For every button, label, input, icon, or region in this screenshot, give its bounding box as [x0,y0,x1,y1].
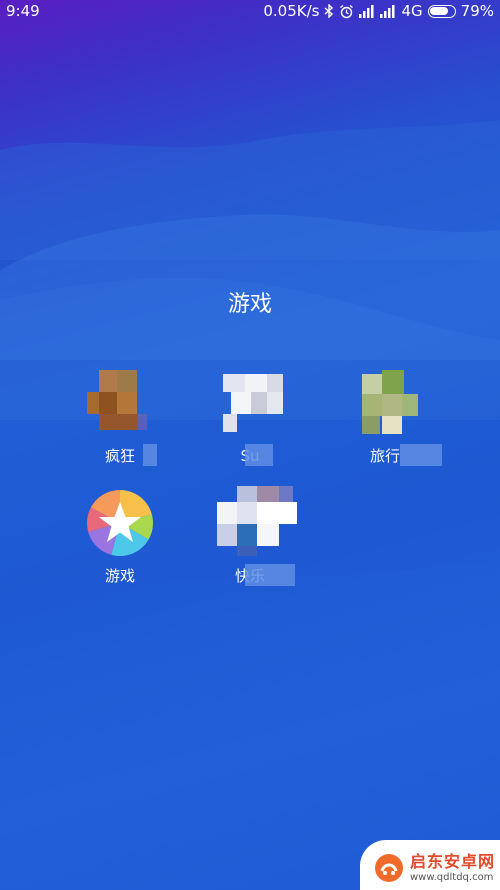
signal-icon [359,4,375,18]
blurred-app-icon[interactable] [217,370,283,436]
watermark-url: www.qdltdq.com [410,871,494,883]
blurred-label [400,444,442,466]
folder-title[interactable]: 游戏 [0,286,500,318]
signal-icon [380,4,396,18]
game-center-star-icon[interactable] [87,490,153,556]
battery-icon [427,4,456,18]
home-screen: 9:49 0.05K/s 4G 79% 游戏 疯狂 旅行 游戏 启东安卓网 ww… [0,0,500,890]
network-type: 4G [401,2,423,20]
battery-level [430,7,449,15]
app-item[interactable]: 游戏 [55,490,185,586]
app-label: 游戏 [104,567,135,585]
blurred-app-icon[interactable] [87,370,153,436]
blurred-label [245,444,273,466]
site-watermark: 启东安卓网 www.qdltdq.com [360,840,500,890]
app-item[interactable]: 旅行 [320,370,450,466]
status-time: 9:49 [6,2,40,20]
bluetooth-icon [324,4,334,18]
app-item[interactable]: 快乐 [185,486,315,586]
network-speed: 0.05K/s [263,2,320,20]
blurred-app-icon[interactable] [217,486,297,556]
watermark-logo-icon [375,854,403,882]
app-item[interactable]: 疯狂 [55,370,185,466]
blurred-label [245,564,295,586]
app-label: Su [185,444,315,466]
blurred-label [143,444,157,466]
blurred-app-icon[interactable] [352,370,418,436]
app-label: 快乐 [185,564,315,586]
status-icons: 0.05K/s 4G 79% [263,0,494,22]
alarm-icon [339,4,354,19]
app-item[interactable]: Su [185,370,315,466]
watermark-title: 启东安卓网 [410,851,496,871]
status-bar: 9:49 0.05K/s 4G 79% [0,0,500,22]
battery-percent: 79% [460,2,494,20]
app-label: 疯狂 [55,444,185,466]
app-label: 旅行 [320,444,450,466]
